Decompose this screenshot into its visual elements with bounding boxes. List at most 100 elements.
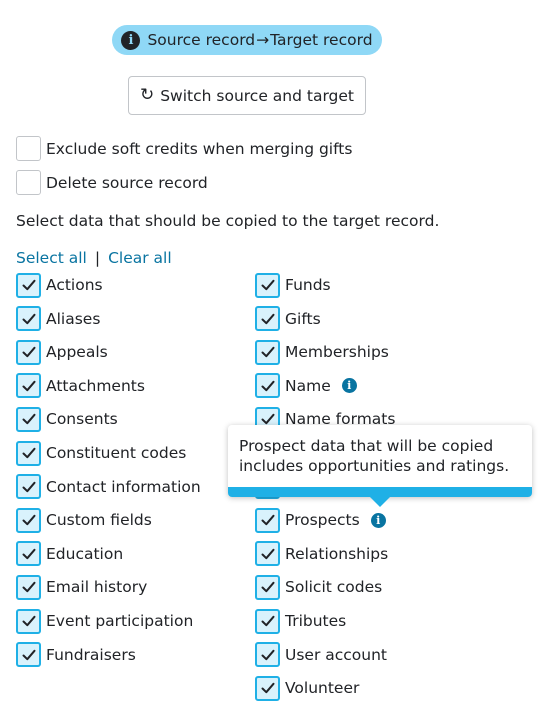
data-type-label: Name — [285, 376, 331, 395]
data-type-label: Gifts — [285, 309, 321, 328]
checkmark-icon — [261, 548, 274, 559]
checked-checkbox[interactable] — [255, 339, 280, 365]
select-links: Select all | Clear all — [16, 249, 172, 267]
data-type-item[interactable]: Contact information — [16, 474, 201, 500]
source-record-label: Source record — [147, 31, 256, 49]
merge-direction-badge: i Source record → Target record — [112, 25, 382, 55]
checkmark-icon — [22, 346, 35, 358]
data-type-item[interactable]: User account — [255, 642, 387, 668]
checked-checkbox[interactable] — [255, 541, 280, 567]
checked-checkbox[interactable] — [16, 574, 41, 600]
data-type-item[interactable]: Tributes — [255, 608, 346, 634]
prospects-tooltip: Prospect data that will be copied includ… — [228, 425, 532, 507]
data-type-item[interactable]: Fundraisers — [16, 642, 136, 668]
data-type-label: Email history — [46, 578, 148, 597]
switch-button-label: Switch source and target — [160, 86, 355, 105]
data-type-item[interactable]: Actions — [16, 272, 103, 298]
data-type-label: Prospects — [285, 511, 360, 530]
checkmark-icon — [22, 447, 35, 459]
data-type-label: Memberships — [285, 343, 389, 362]
data-type-item[interactable]: Gifts — [255, 306, 321, 332]
arrow-right-icon: → — [256, 31, 270, 49]
data-type-item[interactable]: Memberships — [255, 339, 389, 365]
data-type-item[interactable]: Solicit codes — [255, 574, 382, 600]
checked-checkbox[interactable] — [16, 541, 41, 567]
exclude-soft-credits-label: Exclude soft credits when merging gifts — [46, 139, 353, 158]
checkmark-icon — [261, 682, 274, 694]
checked-checkbox[interactable] — [255, 608, 280, 634]
checked-checkbox[interactable] — [255, 675, 280, 701]
checkmark-icon — [261, 649, 274, 660]
info-icon[interactable]: i — [341, 378, 357, 394]
data-type-item[interactable]: Name i — [255, 373, 357, 399]
select-all-link[interactable]: Select all — [16, 249, 87, 267]
clear-all-link[interactable]: Clear all — [108, 249, 172, 267]
info-icon[interactable]: i — [370, 512, 386, 528]
data-type-label: Relationships — [285, 544, 389, 563]
checkmark-icon — [261, 615, 274, 627]
data-type-item[interactable]: Event participation — [16, 608, 193, 634]
checked-checkbox[interactable] — [16, 272, 41, 298]
tooltip-caret — [370, 497, 390, 507]
tooltip-accent-bar — [228, 487, 532, 497]
data-type-item[interactable]: Appeals — [16, 339, 108, 365]
switch-source-target-button[interactable]: ↻ Switch source and target — [128, 76, 366, 115]
data-type-label: Education — [46, 544, 124, 563]
checkmark-icon — [22, 414, 35, 425]
data-type-label: Custom fields — [46, 511, 152, 530]
data-type-label: Appeals — [46, 343, 108, 362]
data-type-label: Volunteer — [285, 679, 360, 698]
data-type-item[interactable]: Volunteer — [255, 675, 359, 701]
checked-checkbox[interactable] — [255, 507, 280, 533]
data-type-item[interactable]: Custom fields — [16, 507, 152, 533]
checked-checkbox[interactable] — [255, 373, 280, 399]
link-separator: | — [94, 249, 101, 267]
data-type-item[interactable]: Email history — [16, 574, 147, 600]
exclude-soft-credits-option[interactable]: Exclude soft credits when merging gifts — [16, 136, 352, 161]
data-type-label: Event participation — [46, 612, 194, 630]
checkmark-icon — [22, 481, 35, 492]
checked-checkbox[interactable] — [255, 272, 280, 298]
checked-checkbox[interactable] — [16, 507, 41, 533]
checkmark-icon — [22, 582, 35, 593]
checked-checkbox[interactable] — [16, 306, 41, 332]
checkmark-icon — [261, 346, 274, 358]
checked-checkbox[interactable] — [16, 608, 41, 634]
data-type-item[interactable]: Prospects i — [255, 507, 386, 533]
data-type-label: Aliases — [46, 309, 101, 328]
checkmark-icon — [22, 548, 35, 559]
data-type-label: Fundraisers — [46, 645, 136, 664]
checked-checkbox[interactable] — [16, 642, 41, 668]
checked-checkbox[interactable] — [16, 440, 41, 466]
checkmark-icon — [261, 514, 274, 526]
exclude-soft-credits-checkbox[interactable] — [16, 136, 41, 161]
sync-icon: ↻ — [139, 85, 155, 105]
info-icon: i — [121, 30, 141, 50]
checked-checkbox[interactable] — [16, 339, 41, 365]
copy-data-help-text: Select data that should be copied to the… — [16, 212, 440, 230]
data-type-item[interactable]: Consents — [16, 406, 118, 432]
data-type-item[interactable]: Funds — [255, 272, 331, 298]
data-type-item[interactable]: Aliases — [16, 306, 100, 332]
tooltip-text: Prospect data that will be copied includ… — [239, 437, 510, 475]
checkmark-icon — [22, 380, 35, 391]
data-type-label: Tributes — [285, 612, 347, 630]
data-type-item[interactable]: Education — [16, 541, 123, 567]
checkmark-icon — [22, 279, 35, 291]
delete-source-checkbox[interactable] — [16, 170, 41, 195]
checked-checkbox[interactable] — [255, 306, 280, 332]
checked-checkbox[interactable] — [16, 373, 41, 399]
data-type-label: Constituent codes — [46, 444, 187, 462]
delete-source-option[interactable]: Delete source record — [16, 170, 208, 195]
checked-checkbox[interactable] — [16, 474, 41, 500]
target-record-label: Target record — [270, 31, 373, 49]
checked-checkbox[interactable] — [255, 574, 280, 600]
data-type-item[interactable]: Constituent codes — [16, 440, 186, 466]
data-type-label: Consents — [46, 410, 118, 429]
data-type-label: Contact information — [46, 477, 201, 496]
checked-checkbox[interactable] — [16, 406, 41, 432]
data-type-item[interactable]: Relationships — [255, 541, 388, 567]
data-type-item[interactable]: Attachments — [16, 373, 145, 399]
checkmark-icon — [22, 514, 35, 526]
checked-checkbox[interactable] — [255, 642, 280, 668]
